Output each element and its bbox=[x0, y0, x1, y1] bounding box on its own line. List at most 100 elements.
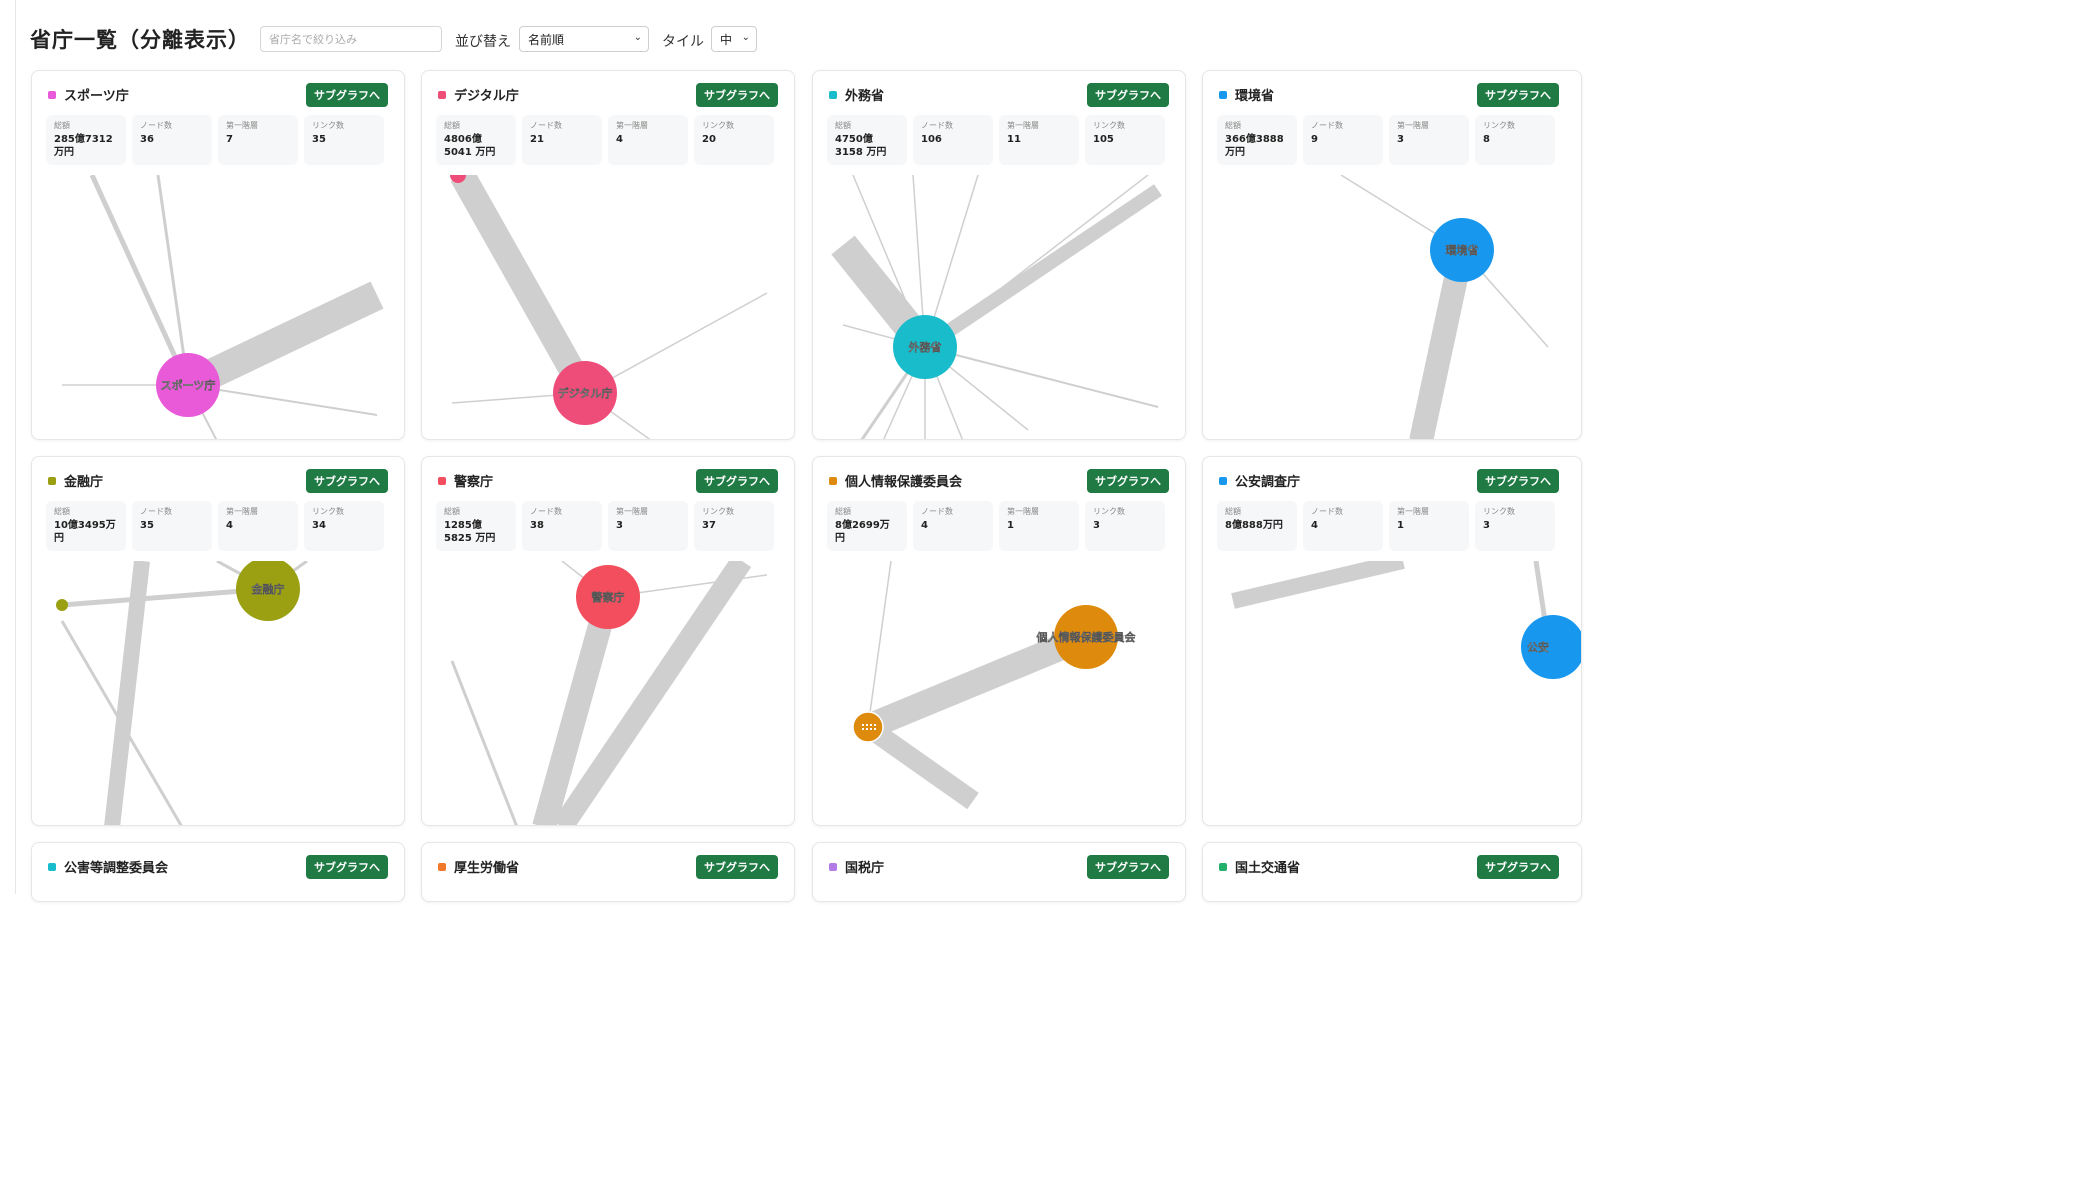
subgraph-button[interactable]: サブグラフへ bbox=[696, 855, 778, 879]
card-header: 個人情報保護委員会 サブグラフへ bbox=[813, 457, 1185, 501]
stat-first-level: 第一階層 1 bbox=[999, 501, 1079, 551]
graph-canvas[interactable]: デジタル庁 bbox=[422, 175, 794, 439]
card-title: 環境省 bbox=[1235, 89, 1275, 104]
stat-nodes: ノード数 21 bbox=[522, 115, 602, 165]
left-border bbox=[15, 0, 16, 894]
stat-nodes: ノード数 35 bbox=[132, 501, 212, 551]
stat-value: 7 bbox=[226, 134, 233, 145]
stat-value: 4750億3158 万円 bbox=[835, 134, 887, 158]
stat-label: ノード数 bbox=[921, 507, 953, 516]
stat-label: 第一階層 bbox=[1007, 507, 1039, 516]
stat-label: 第一階層 bbox=[616, 507, 648, 516]
stat-value: 1285億5825 万円 bbox=[444, 520, 496, 544]
graph-canvas[interactable]: 環境省 bbox=[1203, 175, 1577, 439]
page-title: 省庁一覧（分離表示） bbox=[30, 28, 250, 52]
stat-value: 3 bbox=[1483, 520, 1490, 531]
subgraph-button[interactable]: サブグラフへ bbox=[306, 855, 388, 879]
stat-value: 3 bbox=[1397, 134, 1404, 145]
stat-total: 総額 4750億3158 万円 bbox=[827, 115, 907, 165]
card-title: 個人情報保護委員会 bbox=[845, 475, 963, 490]
graph-canvas[interactable]: 個人情報保護委員会 bbox=[813, 561, 1185, 825]
stat-total: 総額 1285億5825 万円 bbox=[436, 501, 516, 551]
stat-label: 総額 bbox=[444, 121, 460, 130]
card-title: 警察庁 bbox=[454, 475, 494, 490]
sort-select[interactable]: 名前順 ⌄ bbox=[519, 26, 649, 52]
subgraph-button[interactable]: サブグラフへ bbox=[1477, 83, 1559, 107]
filter-input[interactable] bbox=[260, 26, 442, 52]
color-swatch bbox=[48, 863, 56, 871]
graph-node-label: デジタル庁 bbox=[558, 386, 613, 400]
stat-value: 20 bbox=[702, 134, 716, 145]
color-swatch bbox=[1219, 863, 1227, 871]
card-header: 公安調査庁 サブグラフへ bbox=[1203, 457, 1581, 501]
stat-label: リンク数 bbox=[312, 507, 344, 516]
card-title: 外務省 bbox=[845, 89, 885, 104]
graph-canvas[interactable]: 外務省 bbox=[813, 175, 1185, 439]
ministry-card: 金融庁 サブグラフへ 総額 10億3495万 円 ノード数 35 第一階層 4 リンク… bbox=[31, 456, 405, 826]
stat-value: 21 bbox=[530, 134, 544, 145]
card-header: 警察庁 サブグラフへ bbox=[422, 457, 794, 501]
stat-label: リンク数 bbox=[702, 121, 734, 130]
subgraph-button[interactable]: サブグラフへ bbox=[1477, 469, 1559, 493]
graph-node-label: 公安 bbox=[1527, 640, 1549, 654]
color-swatch bbox=[438, 863, 446, 871]
card-title: 厚生労働省 bbox=[454, 861, 520, 876]
subgraph-button[interactable]: サブグラフへ bbox=[696, 469, 778, 493]
stat-label: 総額 bbox=[835, 121, 851, 130]
stats-row: 総額 366億3888 万円 ノード数 9 第一階層 3 リンク数 8 bbox=[1217, 115, 1555, 165]
stat-links: リンク数 20 bbox=[694, 115, 774, 165]
card-title: 公安調査庁 bbox=[1235, 475, 1301, 490]
tile-select[interactable]: 中 ⌄ bbox=[711, 26, 757, 52]
subgraph-button[interactable]: サブグラフへ bbox=[306, 83, 388, 107]
graph-canvas[interactable]: 公安 bbox=[1203, 561, 1581, 825]
graph-node-label: スポーツ庁 bbox=[161, 378, 216, 392]
stat-label: リンク数 bbox=[1093, 121, 1125, 130]
stat-value: 4 bbox=[226, 520, 233, 531]
stat-label: 第一階層 bbox=[1397, 121, 1429, 130]
stat-value: 3 bbox=[616, 520, 623, 531]
ministry-card: 公安調査庁 サブグラフへ 総額 8億888万円 ノード数 4 第一階層 1 リンク数 3… bbox=[1202, 456, 1582, 826]
card-header: 国税庁 サブグラフへ bbox=[813, 843, 1185, 887]
stat-value: 36 bbox=[140, 134, 154, 145]
color-swatch bbox=[1219, 91, 1227, 99]
stats-row: 総額 8億888万円 ノード数 4 第一階層 1 リンク数 3 bbox=[1217, 501, 1555, 551]
stat-value: 3 bbox=[1093, 520, 1100, 531]
stat-value: 35 bbox=[312, 134, 326, 145]
subgraph-button[interactable]: サブグラフへ bbox=[1087, 83, 1169, 107]
subgraph-button[interactable]: サブグラフへ bbox=[306, 469, 388, 493]
stat-first-level: 第一階層 3 bbox=[608, 501, 688, 551]
stat-label: 第一階層 bbox=[1397, 507, 1429, 516]
ministry-card: 国土交通省 サブグラフへ bbox=[1202, 842, 1582, 902]
stat-label: ノード数 bbox=[140, 507, 172, 516]
stats-row: 総額 10億3495万 円 ノード数 35 第一階層 4 リンク数 34 bbox=[46, 501, 384, 551]
card-header: 国土交通省 サブグラフへ bbox=[1203, 843, 1581, 887]
stat-first-level: 第一階層 11 bbox=[999, 115, 1079, 165]
color-swatch bbox=[829, 91, 837, 99]
subgraph-button[interactable]: サブグラフへ bbox=[696, 83, 778, 107]
stat-label: ノード数 bbox=[1311, 507, 1343, 516]
card-header: 公害等調整委員会 サブグラフへ bbox=[32, 843, 404, 887]
stat-value: 366億3888 万円 bbox=[1225, 134, 1284, 158]
graph-node-label: 金融庁 bbox=[251, 582, 285, 596]
graph-canvas[interactable]: スポーツ庁 bbox=[32, 175, 404, 439]
stat-first-level: 第一階層 3 bbox=[1389, 115, 1469, 165]
card-title: 国土交通省 bbox=[1235, 861, 1301, 876]
graph-canvas[interactable]: 金融庁 bbox=[32, 561, 404, 825]
graph-node-cluster[interactable] bbox=[852, 711, 884, 743]
sort-label: 並び替え bbox=[455, 34, 511, 50]
graph-canvas[interactable]: 警察庁 bbox=[422, 561, 794, 825]
graph-node[interactable] bbox=[56, 599, 68, 611]
card-header: スポーツ庁 サブグラフへ bbox=[32, 71, 404, 115]
subgraph-button[interactable]: サブグラフへ bbox=[1087, 855, 1169, 879]
stats-row: 総額 4806億5041 万円 ノード数 21 第一階層 4 リンク数 20 bbox=[436, 115, 774, 165]
subgraph-button[interactable]: サブグラフへ bbox=[1477, 855, 1559, 879]
stat-label: リンク数 bbox=[312, 121, 344, 130]
chevron-down-icon: ⌄ bbox=[633, 32, 642, 43]
stat-value: 37 bbox=[702, 520, 716, 531]
toolbar: 省庁一覧（分離表示） bbox=[30, 22, 250, 56]
subgraph-button[interactable]: サブグラフへ bbox=[1087, 469, 1169, 493]
tile-select-value: 中 bbox=[720, 32, 733, 47]
stat-value: 8億888万円 bbox=[1225, 520, 1283, 531]
stat-value: 4806億5041 万円 bbox=[444, 134, 496, 158]
stat-links: リンク数 8 bbox=[1475, 115, 1555, 165]
